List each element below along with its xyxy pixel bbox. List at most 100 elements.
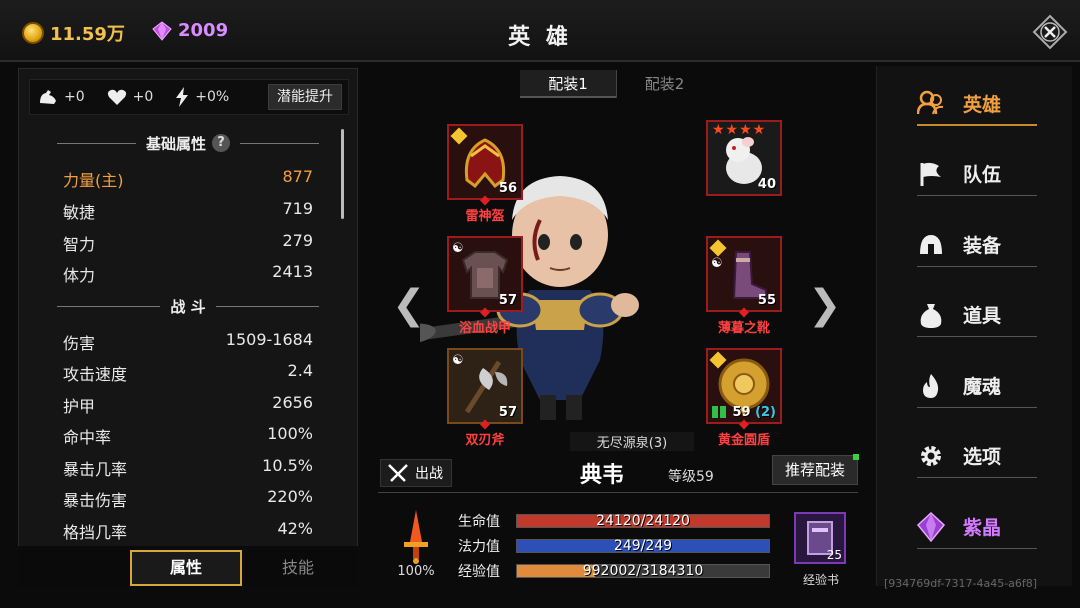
item-level: 56 <box>498 181 517 196</box>
help-icon[interactable]: ? <box>212 134 231 152</box>
tab-skills[interactable]: 技能 <box>258 550 338 586</box>
stat-damage: 伤害 1509-1684 <box>63 330 313 353</box>
stat-value: 42% <box>277 519 313 538</box>
stat-attack-speed: 攻击速度 2.4 <box>63 361 313 384</box>
amethyst-icon <box>917 511 945 542</box>
pet-slot[interactable]: ★★★★ 40 <box>706 120 782 196</box>
item-level: 57 <box>498 293 517 308</box>
stat-value: 10.5% <box>262 456 313 475</box>
hp-label: 生命值 <box>458 514 500 530</box>
shield-slot[interactable]: 59 (2) <box>706 348 782 424</box>
nav-label: 选项 <box>963 446 1002 468</box>
nav-label: 紫晶 <box>963 517 1002 539</box>
yinyang-icon: ☯ <box>711 256 723 271</box>
energy-bonus: +0% <box>175 87 229 107</box>
potential-upgrade-button[interactable]: 潜能提升 <box>268 84 342 110</box>
exp-book-count: 25 <box>826 548 842 562</box>
book-badge-icon <box>712 406 726 418</box>
strength-bonus: +0 <box>38 88 85 106</box>
exp-label: 经验值 <box>458 564 500 580</box>
nav-label: 道具 <box>963 305 1002 327</box>
stat-hit-rate: 命中率 100% <box>63 424 313 447</box>
previous-hero-arrow-icon[interactable]: ❮ <box>392 282 426 328</box>
deploy-button[interactable]: 出战 <box>380 459 452 487</box>
stat-value: 220% <box>267 487 313 506</box>
star-rating-icon: ★★★★ <box>712 122 767 138</box>
set-bonus-label: 无尽源泉(3) <box>570 432 694 451</box>
shield-name: 黄金圆盾 <box>689 429 799 448</box>
exp-book-slot[interactable]: 25 <box>794 512 846 564</box>
helmet-icon <box>920 234 942 254</box>
hp-value: 24120/24120 <box>596 513 690 529</box>
boots-slot[interactable]: ☯ 55 <box>706 236 782 312</box>
tab-loadout-2[interactable]: 配装2 <box>616 70 712 98</box>
yinyang-icon: ☯ <box>452 241 464 256</box>
recommend-loadout-button[interactable]: 推荐配装 <box>772 454 859 485</box>
mp-value: 249/249 <box>613 538 673 554</box>
lightning-icon <box>176 87 189 107</box>
item-level: 40 <box>757 177 776 192</box>
sword-power-icon <box>404 510 428 564</box>
hp-bar: 24120/24120 <box>516 513 770 529</box>
basic-attributes-title: 基础属性 <box>146 134 207 153</box>
close-icon[interactable] <box>1032 14 1068 50</box>
exp-book-label: 经验书 <box>802 573 839 587</box>
divider <box>378 492 858 493</box>
notification-dot <box>853 454 859 460</box>
stat-intelligence: 智力 279 <box>63 231 313 254</box>
mp-bar: 249/249 <box>516 538 770 554</box>
nav-label: 魔魂 <box>963 376 1002 398</box>
mp-label: 法力值 <box>458 539 500 555</box>
energy-bonus-value: +0% <box>195 89 230 105</box>
armor-name: 浴血战甲 <box>430 317 540 336</box>
armor-slot[interactable]: ☯ 57 <box>447 236 523 312</box>
nav-amethyst[interactable]: 紫晶 <box>917 505 1037 549</box>
tab-attributes[interactable]: 属性 <box>130 550 242 586</box>
nav-heroes[interactable]: 英雄 <box>917 82 1037 126</box>
stat-value: 100% <box>267 424 313 443</box>
nav-team[interactable]: 队伍 <box>917 152 1037 196</box>
bag-icon <box>920 303 942 328</box>
nav-label: 英雄 <box>963 93 1002 116</box>
combat-title: 战 斗 <box>170 297 206 316</box>
gear-icon <box>921 445 941 466</box>
exp-bar: 992002/3184310 <box>516 563 770 579</box>
stat-value: 2656 <box>272 393 313 412</box>
stat-label: 暴击伤害 <box>63 491 128 510</box>
power-percent: 100% <box>397 564 435 579</box>
stat-crit-chance: 暴击几率 10.5% <box>63 456 313 479</box>
boots-name: 薄暮之靴 <box>689 317 799 336</box>
stat-label: 体力 <box>63 266 96 285</box>
page-title: 英 雄 <box>508 25 572 50</box>
stat-armor: 护甲 2656 <box>63 393 313 416</box>
scrollbar[interactable] <box>341 129 344 219</box>
stat-label: 暴击几率 <box>63 460 128 479</box>
item-bonus: (2) <box>755 405 776 420</box>
helmet-slot[interactable]: 56 <box>447 124 523 200</box>
stat-value: 279 <box>282 231 313 250</box>
bonus-row: +0 +0 +0% 潜能提升 <box>29 79 349 115</box>
health-bonus-value: +0 <box>132 89 154 105</box>
weapon-slot[interactable]: ☯ 57 <box>447 348 523 424</box>
nav-equipment[interactable]: 装备 <box>917 223 1037 267</box>
hp-row: 生命值 24120/24120 <box>458 512 770 530</box>
hero-name: 典韦 <box>580 463 625 488</box>
nav-items[interactable]: 道具 <box>917 293 1037 337</box>
loadout-tabs: 配装1 配装2 <box>520 70 720 98</box>
tab-loadout-1[interactable]: 配装1 <box>520 70 616 98</box>
flame-icon <box>923 373 939 398</box>
yinyang-icon: ☯ <box>452 353 464 368</box>
next-hero-arrow-icon[interactable]: ❯ <box>808 282 842 328</box>
flag-icon <box>920 162 941 186</box>
item-level-number: 59 <box>732 405 751 420</box>
build-id: [934769df-7317-4a45-a6f8] <box>884 577 1038 590</box>
recommend-label: 推荐配装 <box>784 461 845 479</box>
nav-souls[interactable]: 魔魂 <box>917 364 1037 408</box>
combat-header: 战 斗 <box>47 296 329 316</box>
stat-label: 力量(主) <box>63 171 124 190</box>
stat-label: 护甲 <box>63 397 96 416</box>
stat-block-chance: 格挡几率 42% <box>63 519 313 542</box>
nav-options[interactable]: 选项 <box>917 434 1037 478</box>
stat-value: 719 <box>282 199 313 218</box>
stat-value: 1509-1684 <box>225 330 313 349</box>
